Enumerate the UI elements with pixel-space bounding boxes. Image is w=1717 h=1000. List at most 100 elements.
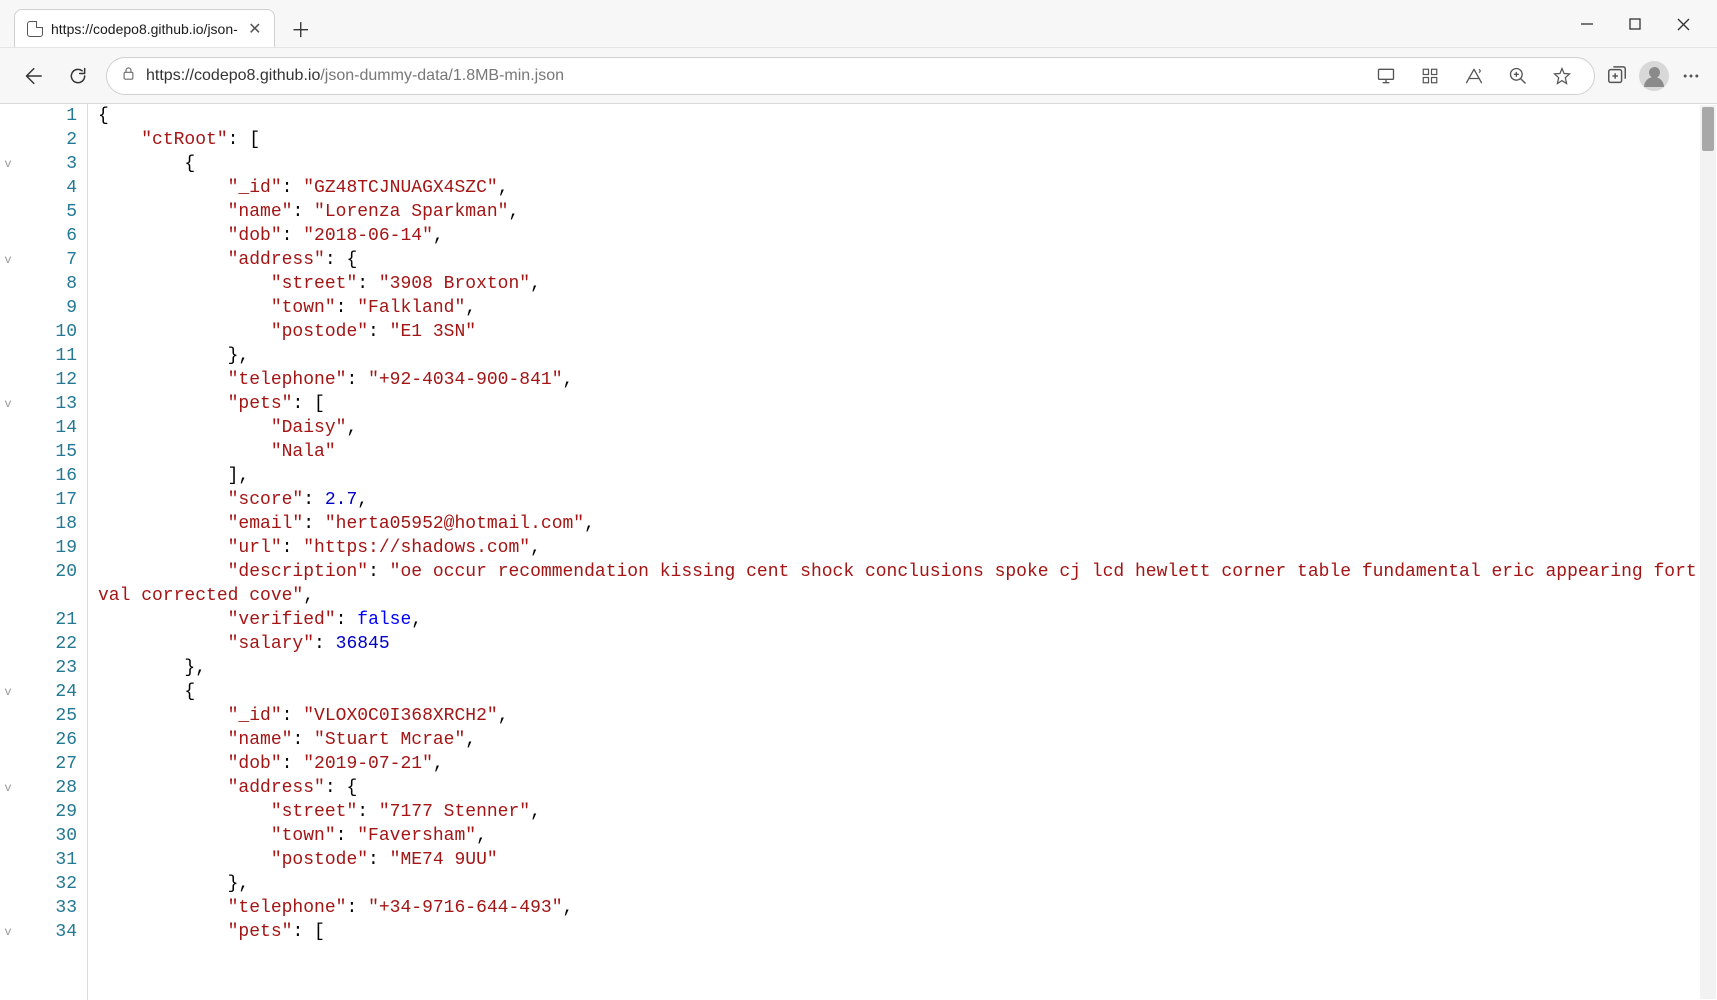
fold-toggle [0,200,16,224]
fold-toggle [0,848,16,872]
code-line[interactable]: "town": "Faversham", [98,824,1717,848]
code-line[interactable]: "salary": 36845 [98,632,1717,656]
code-line[interactable]: "street": "7177 Stenner", [98,800,1717,824]
favorite-icon[interactable] [1550,64,1574,88]
code-line[interactable]: "town": "Falkland", [98,296,1717,320]
url-host: https://codepo8.github.io [146,67,320,84]
code-line[interactable]: { [98,104,1717,128]
tab-title: https://codepo8.github.io/json- [51,21,238,37]
line-number: 8 [16,272,77,296]
zoom-icon[interactable] [1506,64,1530,88]
code-line[interactable]: "address": { [98,248,1717,272]
code-line[interactable]: "name": "Stuart Mcrae", [98,728,1717,752]
vertical-scrollbar[interactable] [1700,105,1716,999]
code-line[interactable]: "telephone": "+34-9716-644-493", [98,896,1717,920]
scrollbar-thumb[interactable] [1702,107,1714,151]
code-line[interactable]: "postode": "E1 3SN" [98,320,1717,344]
code-line[interactable]: "description": "oe occur recommendation … [98,560,1717,608]
fold-toggle [0,416,16,440]
code-line[interactable]: }, [98,344,1717,368]
fold-toggle[interactable]: v [0,152,16,176]
window-maximize-button[interactable] [1625,14,1645,34]
code-line[interactable]: { [98,152,1717,176]
code-line[interactable]: "score": 2.7, [98,488,1717,512]
line-number: 33 [16,896,77,920]
line-number: 5 [16,200,77,224]
fold-toggle[interactable]: v [0,920,16,944]
code-line[interactable]: }, [98,656,1717,680]
line-number: 13 [16,392,77,416]
line-number: 12 [16,368,77,392]
fold-toggle[interactable]: v [0,392,16,416]
line-number: 16 [16,464,77,488]
fold-toggle [0,872,16,896]
code-line[interactable]: "email": "herta05952@hotmail.com", [98,512,1717,536]
line-number: 17 [16,488,77,512]
code-line[interactable]: "ctRoot": [ [98,128,1717,152]
line-number: 10 [16,320,77,344]
new-tab-button[interactable]: ＋ [285,12,317,44]
refresh-button[interactable] [60,58,96,94]
fold-gutter[interactable]: v v v v v v [0,104,16,1000]
code-line[interactable]: "address": { [98,776,1717,800]
line-number: 2 [16,128,77,152]
line-number: 18 [16,512,77,536]
grid-icon[interactable] [1418,64,1442,88]
code-line[interactable]: "pets": [ [98,392,1717,416]
code-line[interactable]: "url": "https://shadows.com", [98,536,1717,560]
code-line[interactable]: { [98,680,1717,704]
read-aloud-icon[interactable] [1462,64,1486,88]
code-line[interactable]: "pets": [ [98,920,1717,944]
line-number: 1 [16,104,77,128]
back-button[interactable] [14,58,50,94]
address-actions [1374,64,1580,88]
profile-avatar[interactable] [1639,61,1669,91]
code-line[interactable]: "_id": "GZ48TCJNUAGX4SZC", [98,176,1717,200]
line-number: 23 [16,656,77,680]
line-number: 4 [16,176,77,200]
fold-toggle [0,824,16,848]
code-line[interactable]: "telephone": "+92-4034-900-841", [98,368,1717,392]
code-line[interactable]: }, [98,872,1717,896]
line-number: 27 [16,752,77,776]
resize-corner[interactable] [1700,983,1716,999]
code-line[interactable]: "Daisy", [98,416,1717,440]
json-viewer[interactable]: vvvvvv 123456789101112131415161718192021… [0,104,1717,1000]
fold-toggle [0,320,16,344]
tab-close-button[interactable]: ✕ [246,19,264,39]
fold-toggle [0,632,16,656]
browser-tab[interactable]: https://codepo8.github.io/json- ✕ [14,9,275,47]
fold-toggle [0,536,16,560]
fold-toggle [0,512,16,536]
line-number: 24 [16,680,77,704]
fold-toggle [0,224,16,248]
code-line[interactable]: "dob": "2018-06-14", [98,224,1717,248]
toolbar: https://codepo8.github.io/json-dummy-dat… [0,48,1717,104]
line-number: 19 [16,536,77,560]
address-bar[interactable]: https://codepo8.github.io/json-dummy-dat… [106,57,1595,95]
code-line[interactable]: "street": "3908 Broxton", [98,272,1717,296]
url-text: https://codepo8.github.io/json-dummy-dat… [146,67,1364,85]
code-area[interactable]: { "ctRoot": [ { "_id": "GZ48TCJNUAGX4SZC… [88,104,1717,1000]
fold-toggle[interactable]: v [0,680,16,704]
code-line[interactable]: ], [98,464,1717,488]
line-number: 20 [16,560,77,608]
code-line[interactable]: "verified": false, [98,608,1717,632]
desktop-icon[interactable] [1374,64,1398,88]
window-close-button[interactable] [1673,14,1693,34]
fold-toggle[interactable]: v [0,248,16,272]
fold-toggle[interactable]: v [0,776,16,800]
lock-icon [121,66,136,85]
window-minimize-button[interactable] [1577,14,1597,34]
fold-toggle [0,752,16,776]
collections-icon[interactable] [1605,64,1629,88]
fold-toggle [0,368,16,392]
code-line[interactable]: "dob": "2019-07-21", [98,752,1717,776]
line-number: 6 [16,224,77,248]
code-line[interactable]: "Nala" [98,440,1717,464]
code-line[interactable]: "name": "Lorenza Sparkman", [98,200,1717,224]
menu-button[interactable] [1679,64,1703,88]
line-number: 15 [16,440,77,464]
code-line[interactable]: "_id": "VLOX0C0I368XRCH2", [98,704,1717,728]
code-line[interactable]: "postode": "ME74 9UU" [98,848,1717,872]
